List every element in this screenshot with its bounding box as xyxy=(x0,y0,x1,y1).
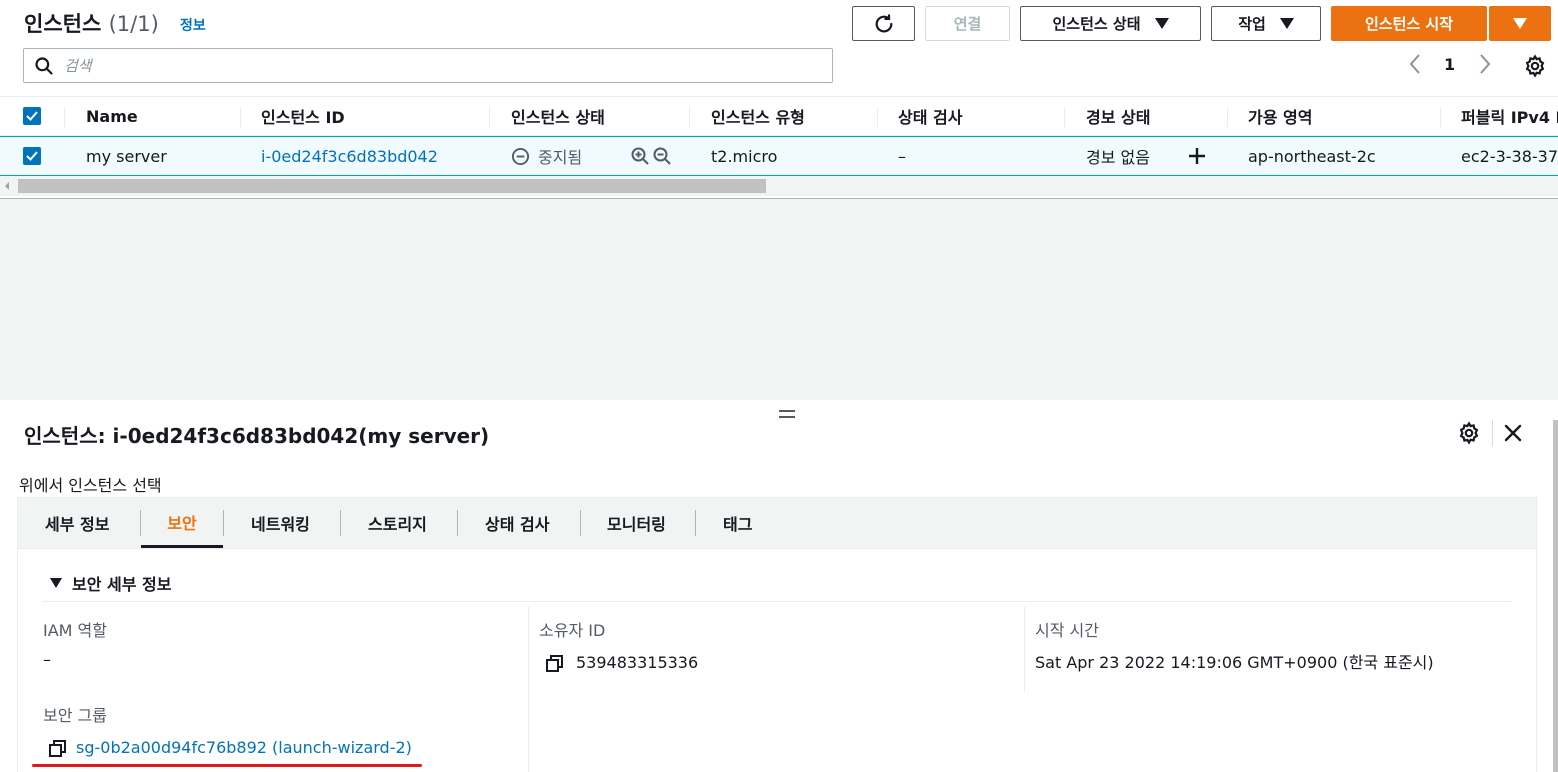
scroll-left-icon[interactable] xyxy=(5,182,9,190)
zoom-out-icon[interactable] xyxy=(652,146,672,166)
next-page-icon[interactable] xyxy=(1477,52,1493,80)
security-details-toggle[interactable]: 보안 세부 정보 xyxy=(50,571,171,595)
status-check: – xyxy=(898,146,906,166)
info-link[interactable]: 정보 xyxy=(180,15,206,35)
actions-dropdown[interactable]: 작업 xyxy=(1211,6,1321,41)
zoom-in-icon[interactable] xyxy=(630,146,650,166)
scrollbar-thumb[interactable] xyxy=(18,179,766,193)
instance-type: t2.micro xyxy=(711,146,778,166)
launch-options-dropdown[interactable] xyxy=(1489,6,1551,41)
column-header-instance-state[interactable]: 인스턴스 상태 xyxy=(511,97,605,135)
security-group-label: 보안 그룹 xyxy=(43,706,107,725)
caret-down-icon xyxy=(50,578,62,588)
detail-panel-title: 인스턴스: i-0ed24f3c6d83bd042(my server) xyxy=(24,424,490,448)
tab-details[interactable]: 세부 정보 xyxy=(45,498,109,548)
caret-down-icon xyxy=(1513,18,1527,29)
row-checkbox[interactable] xyxy=(23,137,41,175)
tab-monitoring[interactable]: 모니터링 xyxy=(607,498,666,548)
close-icon[interactable] xyxy=(1503,423,1523,447)
instance-name: my server xyxy=(86,146,167,166)
search-input[interactable] xyxy=(64,56,764,75)
column-header-status-check[interactable]: 상태 검사 xyxy=(898,97,962,135)
detail-tabs: 세부 정보 보안 네트워킹 스토리지 상태 검사 모니터링 태그 xyxy=(18,498,1536,549)
security-group-link[interactable]: sg-0b2a00d94fc76b892 (launch-wizard-2) xyxy=(76,738,412,757)
copy-icon[interactable] xyxy=(546,655,564,677)
empty-table-area xyxy=(0,198,1558,400)
column-header-instance-type[interactable]: 인스턴스 유형 xyxy=(711,97,805,135)
instance-id-link[interactable]: i-0ed24f3c6d83bd042 xyxy=(261,137,438,175)
tab-tags[interactable]: 태그 xyxy=(723,498,752,548)
connect-button[interactable]: 연결 xyxy=(925,6,1010,41)
plus-icon xyxy=(1189,148,1205,164)
refresh-button[interactable] xyxy=(852,6,915,41)
column-header-public-ipv4[interactable]: 퍼블릭 IPv4 I xyxy=(1461,97,1558,135)
prev-page-icon[interactable] xyxy=(1407,52,1423,80)
caret-down-icon xyxy=(1154,18,1169,29)
zoom-controls xyxy=(630,137,672,175)
table-header: Name 인스턴스 ID 인스턴스 상태 인스턴스 유형 상태 검사 경보 상태… xyxy=(0,96,1558,136)
settings-icon[interactable] xyxy=(1457,421,1481,449)
tab-networking[interactable]: 네트워킹 xyxy=(251,498,310,548)
add-alarm-icon[interactable] xyxy=(1187,137,1207,175)
iam-role-value: – xyxy=(43,650,51,669)
instance-count: (1/1) xyxy=(108,12,159,36)
tab-security[interactable]: 보안 xyxy=(141,498,223,548)
vertical-scrollbar[interactable] xyxy=(1553,420,1558,772)
refresh-icon xyxy=(875,13,892,32)
caret-down-icon xyxy=(1279,18,1294,29)
public-ipv4-dns: ec2-3-38-37 xyxy=(1461,146,1558,166)
page-title: 인스턴스 (1/1) xyxy=(24,12,159,36)
search-box xyxy=(23,48,833,83)
page-number[interactable]: 1 xyxy=(1444,55,1455,74)
instance-state: 중지됨 xyxy=(511,137,582,175)
search-icon xyxy=(35,56,53,75)
owner-id-value: 539483315336 xyxy=(576,653,699,672)
column-header-instance-id[interactable]: 인스턴스 ID xyxy=(261,97,345,135)
settings-icon[interactable] xyxy=(1523,54,1547,82)
launch-instance-button[interactable]: 인스턴스 시작 xyxy=(1331,6,1487,41)
tab-storage[interactable]: 스토리지 xyxy=(368,498,427,548)
column-header-name[interactable]: Name xyxy=(86,97,138,135)
tab-status-checks[interactable]: 상태 검사 xyxy=(485,498,549,548)
annotation-underline xyxy=(32,764,422,767)
select-all-checkbox[interactable] xyxy=(23,97,41,135)
owner-id-label: 소유자 ID xyxy=(539,621,606,640)
launch-time-value: Sat Apr 23 2022 14:19:06 GMT+0900 (한국 표준… xyxy=(1035,653,1434,672)
copy-icon[interactable] xyxy=(49,740,67,762)
column-header-availability-zone[interactable]: 가용 영역 xyxy=(1248,97,1312,135)
alarm-status: 경보 없음 xyxy=(1086,148,1150,167)
stopped-icon xyxy=(511,147,530,165)
instance-state-dropdown[interactable]: 인스턴스 상태 xyxy=(1020,6,1201,41)
horizontal-scrollbar[interactable] xyxy=(0,176,1558,196)
table-row[interactable]: my server i-0ed24f3c6d83bd042 중지됨 t2.mic… xyxy=(0,136,1558,176)
detail-subtitle: 위에서 인스턴스 선택 xyxy=(19,476,162,495)
launch-time-label: 시작 시간 xyxy=(1035,621,1099,640)
column-header-alarm-status[interactable]: 경보 상태 xyxy=(1086,97,1150,135)
resize-handle-icon[interactable] xyxy=(778,405,796,424)
iam-role-label: IAM 역할 xyxy=(43,621,107,640)
availability-zone: ap-northeast-2c xyxy=(1248,146,1376,166)
